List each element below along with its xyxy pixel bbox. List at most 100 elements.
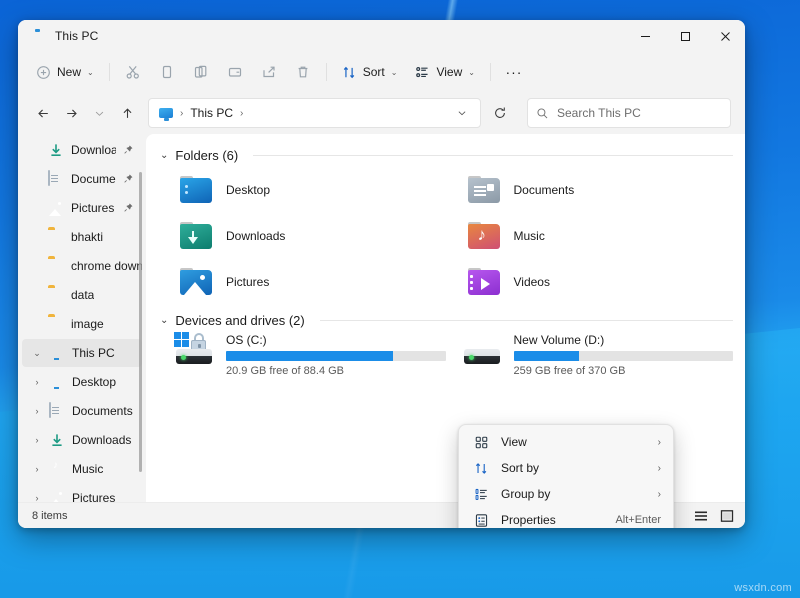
view-button[interactable]: View ⌄ — [406, 58, 484, 86]
back-button[interactable] — [30, 100, 56, 126]
drive-item[interactable]: New Volume (D:)259 GB free of 370 GB — [446, 332, 734, 384]
address-dropdown-button[interactable] — [450, 101, 474, 125]
sidebar-item-downloads[interactable]: ›Downloads — [22, 426, 142, 454]
folder-item[interactable]: Downloads — [158, 213, 446, 259]
folder-item-label: Documents — [514, 183, 575, 197]
group-divider — [320, 320, 733, 321]
sidebar-item-this-pc[interactable]: ⌄ This PC — [22, 339, 142, 367]
chevron-right-icon[interactable]: › — [32, 435, 42, 445]
see-more-button[interactable]: ··· — [497, 58, 531, 86]
search-placeholder: Search This PC — [557, 106, 641, 120]
chevron-down-icon: ⌄ — [87, 68, 94, 77]
pin-icon[interactable] — [123, 144, 134, 157]
up-arrow-icon — [120, 106, 135, 121]
sidebar-item-label: This PC — [72, 346, 115, 360]
share-icon — [261, 64, 277, 80]
drive-info: OS (C:)20.9 GB free of 88.4 GB — [226, 332, 446, 377]
folders-group-title: Folders (6) — [175, 148, 238, 163]
search-box[interactable]: Search This PC — [527, 98, 731, 128]
folder-item[interactable]: Videos — [446, 259, 734, 305]
list-view-icon[interactable] — [693, 509, 709, 523]
tile-view-icon[interactable] — [719, 509, 735, 523]
drive-item[interactable]: OS (C:)20.9 GB free of 88.4 GB — [158, 332, 446, 384]
sidebar-item-bhakti[interactable]: bhakti — [22, 223, 142, 251]
chevron-right-icon[interactable]: › — [32, 464, 42, 474]
folder-item[interactable]: Pictures — [158, 259, 446, 305]
folder-item-label: Music — [514, 229, 545, 243]
folder-icon — [48, 229, 64, 245]
folder-item[interactable]: Desktop — [158, 167, 446, 213]
drives-group-header[interactable]: ⌄ Devices and drives (2) — [160, 313, 733, 328]
forward-button[interactable] — [58, 100, 84, 126]
drives-list: OS (C:)20.9 GB free of 88.4 GBNew Volume… — [158, 332, 733, 384]
sidebar-item-documents[interactable]: ›Documents — [22, 397, 142, 425]
window-title: This PC — [55, 29, 98, 43]
sidebar-item-music[interactable]: ›Music — [22, 455, 142, 483]
new-button[interactable]: New ⌄ — [28, 58, 103, 86]
folder-item[interactable]: Music — [446, 213, 734, 259]
folder-item-label: Videos — [514, 275, 550, 289]
close-button[interactable] — [705, 20, 745, 52]
context-menu-item-sort-by[interactable]: Sort by› — [463, 455, 669, 481]
documents-icon — [48, 171, 64, 187]
navigation-scrollbar[interactable] — [139, 172, 142, 472]
sidebar-item-pictures[interactable]: › Pictures — [22, 484, 142, 502]
up-button[interactable] — [114, 100, 140, 126]
sort-icon — [342, 65, 357, 80]
folder-icon — [48, 258, 64, 274]
copy-button[interactable] — [150, 58, 184, 86]
folder-item[interactable]: Documents — [446, 167, 734, 213]
chevron-right-icon[interactable]: › — [32, 377, 42, 387]
new-button-label: New — [57, 65, 81, 79]
context-menu-item-properties[interactable]: PropertiesAlt+Enter — [463, 507, 669, 528]
address-bar-actions — [450, 101, 474, 125]
this-pc-icon — [159, 108, 173, 118]
folder-item-label: Desktop — [226, 183, 270, 197]
sidebar-item-label: Pictures — [72, 491, 115, 502]
sidebar-item-desktop[interactable]: › Desktop — [22, 368, 142, 396]
sidebar-item-pictures[interactable]: Pictures — [22, 194, 142, 222]
sort-button[interactable]: Sort ⌄ — [333, 58, 407, 86]
rename-button[interactable] — [218, 58, 252, 86]
folders-group-header[interactable]: ⌄ Folders (6) — [160, 148, 733, 163]
folder-downloads-icon — [180, 222, 214, 250]
sidebar-item-label: image — [71, 317, 104, 331]
pin-icon[interactable] — [123, 202, 134, 215]
sidebar-item-label: bhakti — [71, 230, 103, 244]
context-menu-item-view[interactable]: View› — [463, 429, 669, 455]
sidebar-item-documents[interactable]: Documents — [22, 165, 142, 193]
sidebar-item-data[interactable]: data — [22, 281, 142, 309]
refresh-button[interactable] — [487, 100, 513, 126]
pin-icon[interactable] — [123, 173, 134, 186]
context-menu-item-group-by[interactable]: Group by› — [463, 481, 669, 507]
sidebar-item-image[interactable]: image — [22, 310, 142, 338]
drive-usage-bar — [514, 351, 734, 361]
address-row: › This PC › Search This PC — [18, 92, 745, 134]
cut-button[interactable] — [116, 58, 150, 86]
breadcrumb-this-pc[interactable]: This PC — [190, 106, 233, 120]
folder-item-label: Downloads — [226, 229, 285, 243]
sidebar-item-label: Desktop — [72, 375, 116, 389]
chevron-right-icon[interactable]: › — [32, 493, 42, 502]
item-count-label: 8 items — [32, 510, 67, 522]
chevron-down-icon[interactable]: ⌄ — [32, 348, 42, 359]
context-menu[interactable]: View›Sort by›Group by›PropertiesAlt+Ente… — [458, 424, 674, 528]
watermark: wsxdn.com — [734, 582, 792, 594]
paste-icon — [193, 64, 209, 80]
recent-locations-button[interactable] — [86, 100, 112, 126]
maximize-button[interactable] — [665, 20, 705, 52]
copy-icon — [159, 64, 175, 80]
delete-button[interactable] — [286, 58, 320, 86]
sidebar-item-downloads[interactable]: Downloads — [22, 136, 142, 164]
folder-item-label: Pictures — [226, 275, 269, 289]
cut-icon — [125, 64, 141, 80]
hard-drive-icon — [460, 332, 504, 366]
navigation-pane[interactable]: DownloadsDocuments Pictures bhakti chrome d… — [18, 134, 146, 502]
share-button[interactable] — [252, 58, 286, 86]
sidebar-item-label: Pictures — [71, 201, 114, 215]
chevron-right-icon[interactable]: › — [32, 406, 42, 416]
paste-button[interactable] — [184, 58, 218, 86]
sidebar-item-chrome-downlo[interactable]: chrome downlo — [22, 252, 142, 280]
minimize-button[interactable] — [625, 20, 665, 52]
address-bar[interactable]: › This PC › — [148, 98, 481, 128]
